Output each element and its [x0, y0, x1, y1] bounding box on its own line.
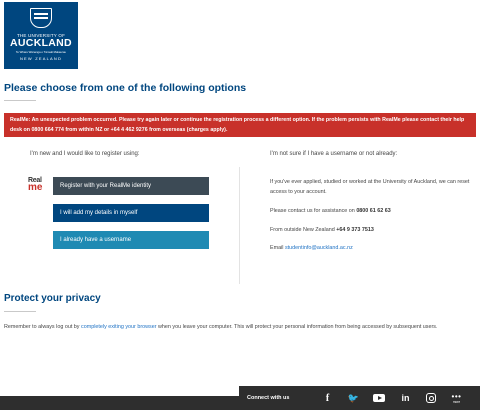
existing-username-button[interactable]: I already have a username: [53, 231, 209, 249]
facebook-link[interactable]: f: [314, 390, 340, 406]
privacy-text-after: when you leave your computer. This will …: [156, 324, 438, 330]
outside-nz-text: From outside New Zealand +64 9 373 7513: [270, 225, 470, 235]
university-logo[interactable]: THE UNIVERSITY OF AUCKLAND Te Whare Wāna…: [4, 2, 78, 69]
logo-line-4: NEW ZEALAND: [19, 56, 63, 61]
outside-phone: +64 9 373 7513: [336, 227, 374, 233]
connect-label: Connect with us: [247, 395, 290, 401]
contact-text: Please contact us for assistance on 0800…: [270, 206, 470, 216]
email-prefix: Email: [270, 245, 285, 251]
outside-prefix: From outside New Zealand: [270, 227, 337, 233]
contact-phone: 0800 61 62 63: [356, 208, 391, 214]
youtube-icon: [373, 394, 386, 402]
crest-icon: [30, 8, 52, 28]
column-divider: [239, 167, 240, 284]
email-text: Email studentinfo@auckland.ac.nz: [270, 243, 470, 253]
youtube-link[interactable]: [366, 390, 392, 406]
facebook-icon: f: [325, 392, 330, 404]
error-alert: RealMe: An unexpected problem occurred. …: [4, 113, 476, 137]
privacy-text: Remember to always log out by completely…: [4, 322, 474, 333]
social-bar: Connect with us f 🐦 in ••• more: [239, 386, 480, 410]
more-label: more: [452, 399, 461, 404]
add-details-button[interactable]: I will add my details in myself: [53, 204, 209, 222]
privacy-heading: Protect your privacy: [4, 293, 101, 304]
instagram-link[interactable]: [418, 390, 444, 406]
email-link[interactable]: studentinfo@auckland.ac.nz: [285, 245, 353, 251]
realme-logo: Real me: [28, 177, 50, 193]
instagram-icon: [426, 393, 437, 403]
privacy-underline: [4, 311, 36, 312]
title-underline: [4, 100, 36, 101]
register-options-heading: I'm new and I would like to register usi…: [30, 151, 140, 157]
reset-access-text: If you've ever applied, studied or worke…: [270, 179, 470, 195]
linkedin-icon: in: [401, 393, 410, 403]
logo-line-2: AUCKLAND: [10, 37, 72, 49]
register-realme-button[interactable]: Register with your RealMe identity: [53, 177, 209, 195]
more-dots-icon: •••: [451, 391, 462, 401]
page-title: Please choose from one of the following …: [4, 82, 247, 94]
more-social-button[interactable]: ••• more: [444, 391, 468, 404]
privacy-text-before: Remember to always log out by: [4, 324, 82, 330]
logo-line-3: Te Whare Wānanga o Tāmaki Makaurau: [15, 50, 67, 54]
contact-prefix: Please contact us for assistance on: [270, 208, 357, 214]
realme-logo-bottom: me: [28, 182, 43, 193]
exit-browser-link[interactable]: completely exiting your browser: [81, 324, 157, 330]
existing-account-heading: I'm not sure if I have a username or not…: [270, 151, 398, 157]
twitter-icon: 🐦: [347, 392, 360, 403]
linkedin-link[interactable]: in: [392, 390, 418, 406]
twitter-link[interactable]: 🐦: [340, 390, 366, 406]
